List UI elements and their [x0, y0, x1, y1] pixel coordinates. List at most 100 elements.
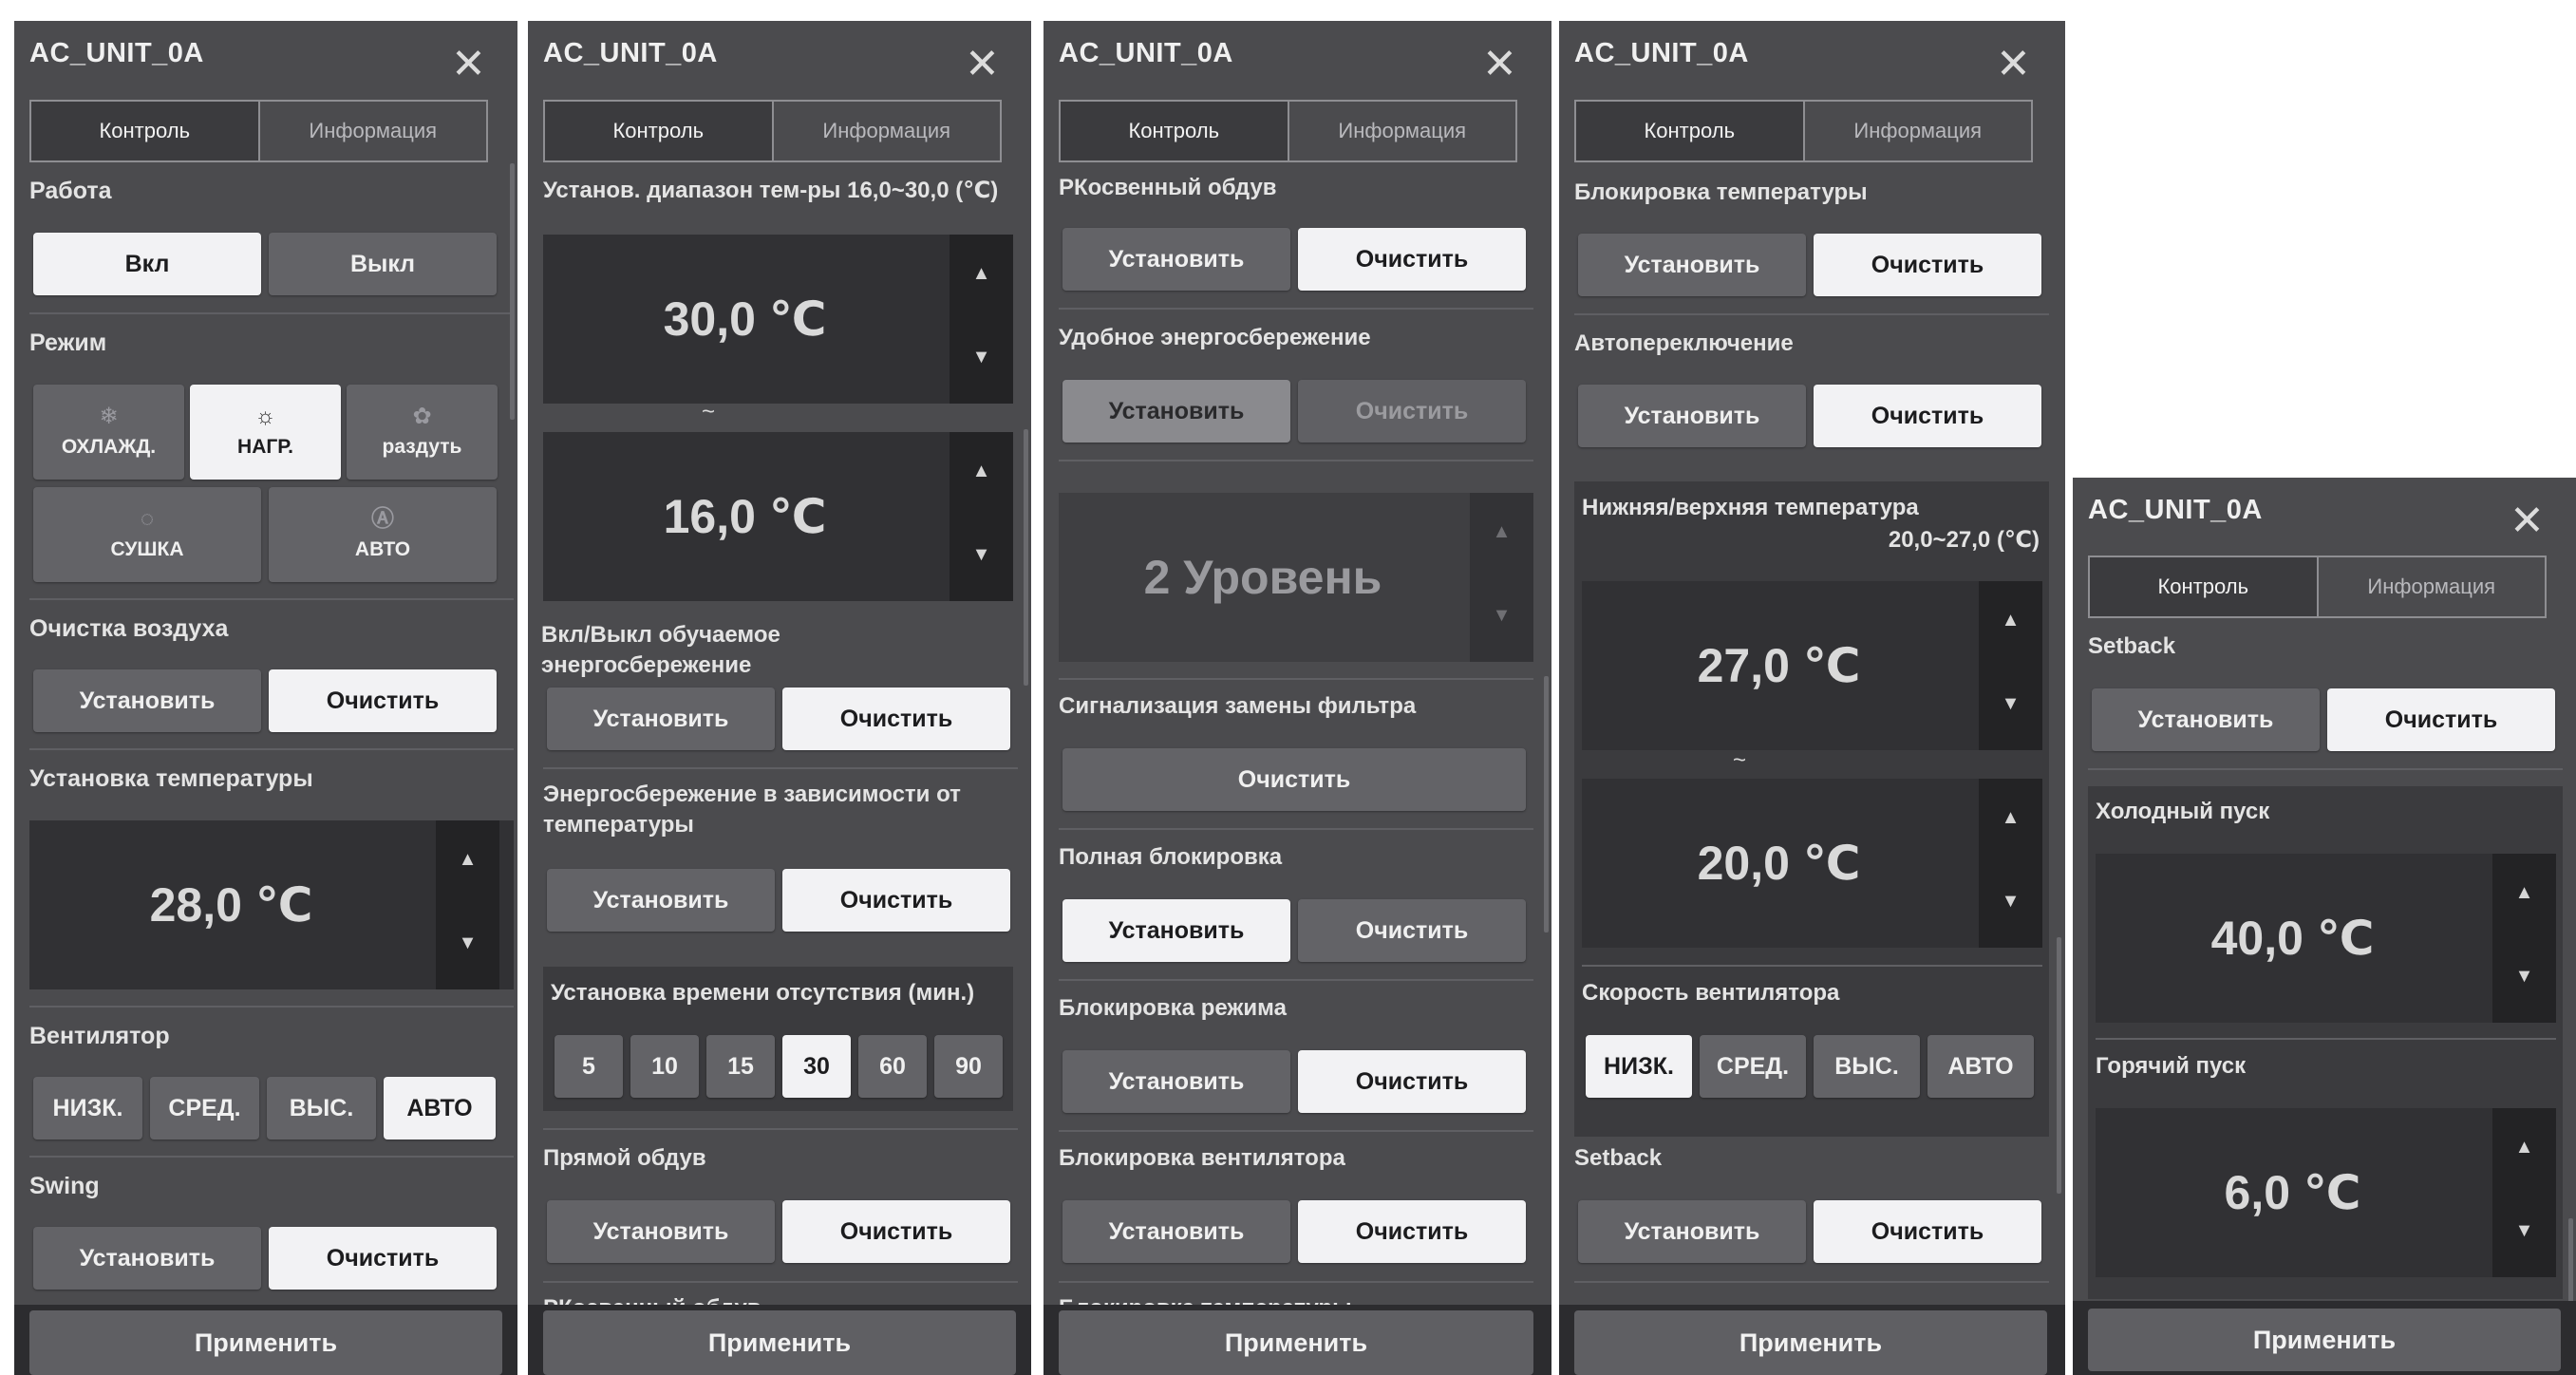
filter-clear-button[interactable]: Очистить — [1062, 748, 1526, 811]
arrow-down-icon[interactable]: ▼ — [1979, 891, 2042, 913]
filter-alarm-label: Сигнализация замены фильтра — [1059, 693, 1417, 719]
apply-button[interactable]: Применить — [2088, 1309, 2561, 1371]
air-clean-clear-button[interactable]: Очистить — [269, 669, 497, 732]
hot-start-stepper: ▲ ▼ — [2492, 1108, 2556, 1277]
tab-info[interactable]: Информация — [1802, 102, 2032, 160]
scrollbar[interactable] — [1544, 676, 1549, 932]
comfort-set-button[interactable]: Установить — [1062, 380, 1290, 443]
tab-control[interactable]: Контроль — [545, 102, 772, 160]
air-clean-set-button[interactable]: Установить — [33, 669, 261, 732]
full-lock-set-button[interactable]: Установить — [1062, 899, 1290, 962]
divider — [543, 767, 1018, 769]
fan-mid-button[interactable]: СРЕД. — [1700, 1035, 1806, 1098]
arrow-up-icon[interactable]: ▲ — [950, 461, 1013, 482]
swing-clear-button[interactable]: Очистить — [269, 1227, 497, 1290]
fan-auto-button[interactable]: АВТО — [384, 1077, 496, 1140]
setback-clear-button[interactable]: Очистить — [2327, 688, 2555, 751]
indirect-set-button[interactable]: Установить — [1062, 228, 1290, 291]
mode-heat-button[interactable]: ☼ НАГР. — [190, 385, 341, 480]
mode-cool-button[interactable]: ❄ ОХЛАЖД. — [33, 385, 184, 480]
fan-auto-button[interactable]: АВТО — [1927, 1035, 2034, 1098]
fan-speed-label: Скорость вентилятора — [1582, 980, 1840, 1006]
tab-control[interactable]: Контроль — [31, 102, 258, 160]
mode-auto-label: АВТО — [354, 538, 411, 560]
temp-saving-set-button[interactable]: Установить — [547, 869, 775, 932]
tab-control[interactable]: Контроль — [1061, 102, 1288, 160]
tab-control[interactable]: Контроль — [2090, 557, 2317, 616]
setback-set-button[interactable]: Установить — [2092, 688, 2320, 751]
on-button[interactable]: Вкл — [33, 233, 261, 295]
tab-info[interactable]: Информация — [257, 102, 487, 160]
tab-control[interactable]: Контроль — [1576, 102, 1803, 160]
arrow-up-icon[interactable]: ▲ — [2492, 882, 2556, 904]
arrow-down-icon[interactable]: ▼ — [950, 544, 1013, 566]
mode-fan-label: раздуть — [382, 436, 462, 458]
arrow-up-icon[interactable]: ▲ — [1979, 610, 2042, 631]
mode-fan-button[interactable]: ✿ раздуть — [347, 385, 498, 480]
fan-lock-clear-button[interactable]: Очистить — [1298, 1200, 1526, 1263]
absence-90-button[interactable]: 90 — [934, 1035, 1003, 1098]
mode-lock-set-button[interactable]: Установить — [1062, 1050, 1290, 1113]
auto-switch-clear-button[interactable]: Очистить — [1814, 385, 2041, 447]
temp-lock-clear-button[interactable]: Очистить — [1814, 234, 2041, 296]
arrow-down-icon[interactable]: ▼ — [2492, 1220, 2556, 1242]
fan-mid-button[interactable]: СРЕД. — [150, 1077, 259, 1140]
sun-icon: ☼ — [254, 404, 276, 429]
divider — [1582, 965, 2042, 967]
absence-30-button[interactable]: 30 — [782, 1035, 851, 1098]
hot-start-label: Горячий пуск — [2096, 1053, 2247, 1079]
arrow-down-icon[interactable]: ▼ — [950, 347, 1013, 368]
absence-60-button[interactable]: 60 — [858, 1035, 927, 1098]
apply-button[interactable]: Применить — [29, 1310, 502, 1375]
mode-auto-button[interactable]: Ⓐ АВТО — [269, 487, 497, 582]
arrow-up-icon[interactable]: ▲ — [436, 849, 499, 871]
indirect-clear-button[interactable]: Очистить — [1298, 228, 1526, 291]
absence-5-button[interactable]: 5 — [555, 1035, 623, 1098]
direct-clear-button[interactable]: Очистить — [782, 1200, 1010, 1263]
close-icon[interactable]: ✕ — [1996, 44, 2031, 85]
fan-lock-set-button[interactable]: Установить — [1062, 1200, 1290, 1263]
setback-set-button[interactable]: Установить — [1578, 1200, 1806, 1263]
apply-button[interactable]: Применить — [543, 1310, 1016, 1375]
arrow-down-icon[interactable]: ▼ — [1979, 693, 2042, 715]
learn-set-button[interactable]: Установить — [547, 688, 775, 750]
fan-low-button[interactable]: НИЗК. — [33, 1077, 142, 1140]
arrow-down-icon[interactable]: ▼ — [2492, 966, 2556, 988]
fan-low-button[interactable]: НИЗК. — [1586, 1035, 1692, 1098]
arrow-down-icon[interactable]: ▼ — [436, 932, 499, 954]
arrow-up-icon[interactable]: ▲ — [1979, 807, 2042, 829]
arrow-up-icon[interactable]: ▲ — [1470, 521, 1533, 543]
fan-high-button[interactable]: ВЫС. — [1814, 1035, 1920, 1098]
close-icon[interactable]: ✕ — [451, 44, 486, 85]
scrollbar[interactable] — [1024, 429, 1028, 686]
tab-info[interactable]: Информация — [1287, 102, 1516, 160]
setback-clear-button[interactable]: Очистить — [1814, 1200, 2041, 1263]
close-icon[interactable]: ✕ — [1482, 44, 1517, 85]
fan-high-button[interactable]: ВЫС. — [267, 1077, 376, 1140]
close-icon[interactable]: ✕ — [2510, 500, 2545, 542]
arrow-up-icon[interactable]: ▲ — [950, 263, 1013, 285]
mode-lock-clear-button[interactable]: Очистить — [1298, 1050, 1526, 1113]
arrow-up-icon[interactable]: ▲ — [2492, 1137, 2556, 1158]
tab-bar: Контроль Информация — [1059, 100, 1517, 162]
temp-saving-clear-button[interactable]: Очистить — [782, 869, 1010, 932]
auto-switch-set-button[interactable]: Установить — [1578, 385, 1806, 447]
apply-button[interactable]: Применить — [1059, 1310, 1533, 1375]
full-lock-clear-button[interactable]: Очистить — [1298, 899, 1526, 962]
comfort-clear-button[interactable]: Очистить — [1298, 380, 1526, 443]
scrollbar[interactable] — [2057, 937, 2061, 1194]
close-icon[interactable]: ✕ — [965, 44, 1000, 85]
tab-info[interactable]: Информация — [2316, 557, 2546, 616]
tab-info[interactable]: Информация — [771, 102, 1001, 160]
absence-15-button[interactable]: 15 — [706, 1035, 775, 1098]
mode-dry-button[interactable]: ◌ СУШКА — [33, 487, 261, 582]
absence-10-button[interactable]: 10 — [630, 1035, 699, 1098]
temp-lock-set-button[interactable]: Установить — [1578, 234, 1806, 296]
off-button[interactable]: Выкл — [269, 233, 497, 295]
learn-clear-button[interactable]: Очистить — [782, 688, 1010, 750]
arrow-down-icon[interactable]: ▼ — [1470, 605, 1533, 627]
apply-button[interactable]: Применить — [1574, 1310, 2047, 1375]
swing-set-button[interactable]: Установить — [33, 1227, 261, 1290]
scrollbar[interactable] — [510, 163, 515, 420]
direct-set-button[interactable]: Установить — [547, 1200, 775, 1263]
